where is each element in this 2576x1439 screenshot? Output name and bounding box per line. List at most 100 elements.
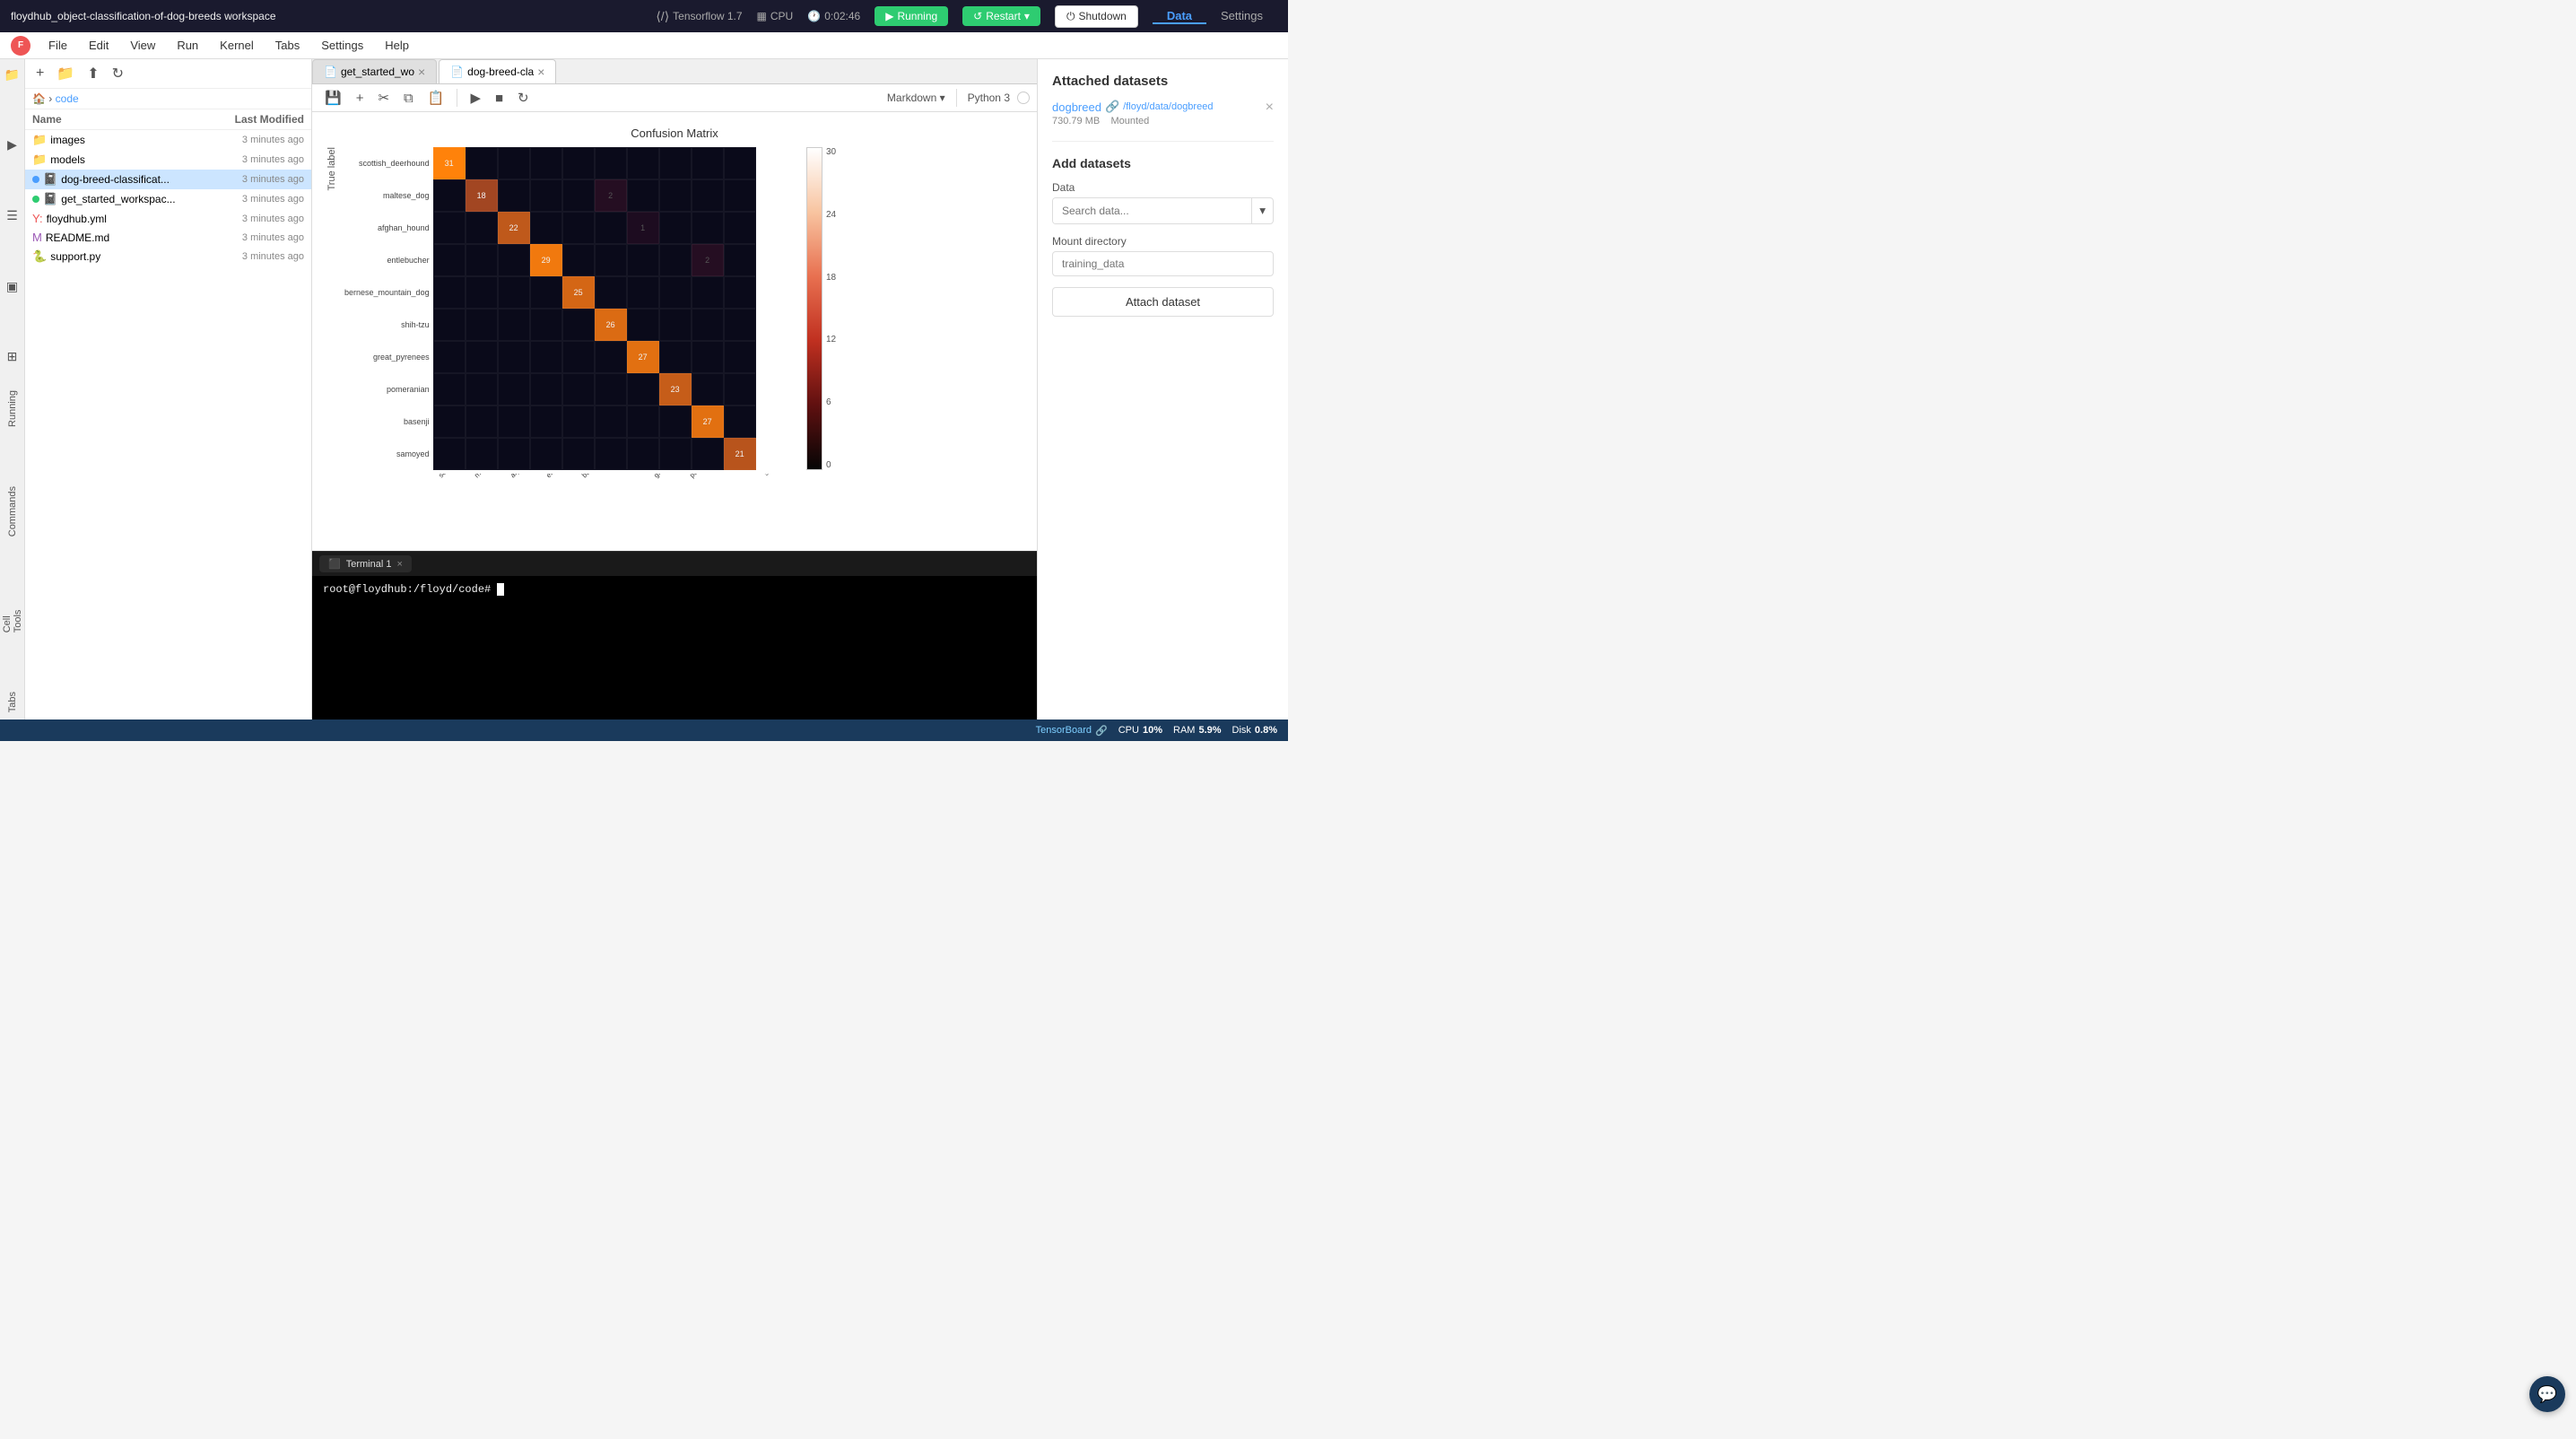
running-button[interactable]: ▶ Running [875, 6, 948, 26]
notebook-content: Confusion MatrixTrue labelscottish_deerh… [312, 112, 1037, 551]
run-button[interactable]: ▶ [465, 88, 486, 108]
row-label: bernese_mountain_dog [344, 276, 430, 309]
list-item[interactable]: M README.md 3 minutes ago [25, 228, 311, 247]
sidebar-item-cell-tools[interactable]: ▣ [3, 278, 22, 295]
sidebar-item-files[interactable]: 📁 [3, 66, 22, 83]
sidebar-item-tabs[interactable]: ⊞ [3, 349, 22, 366]
matrix-cell [692, 179, 724, 212]
column-name: Name [32, 113, 187, 126]
dataset-path[interactable]: /floyd/data/dogbreed [1123, 101, 1213, 112]
terminal-tab-1[interactable]: ⬛ Terminal 1 × [319, 555, 412, 572]
matrix-cell [627, 244, 659, 276]
save-button[interactable]: 💾 [319, 88, 347, 108]
tab-dog-breed[interactable]: 📄 dog-breed-cla × [439, 59, 556, 83]
row-label: basenji [344, 406, 430, 438]
column-modified: Last Modified [187, 113, 304, 126]
notebook-icon: 📓 [43, 192, 57, 206]
tensorboard-link[interactable]: TensorBoard [1036, 725, 1092, 736]
matrix-cell: 26 [595, 309, 627, 341]
search-dropdown-button[interactable]: ▾ [1251, 198, 1273, 223]
chat-button[interactable]: 💬 [2529, 1376, 2565, 1412]
notebook-area: 📄 get_started_wo × 📄 dog-breed-cla × 💾 +… [312, 59, 1037, 720]
cell-type-dropdown[interactable]: Markdown ▾ [887, 92, 945, 104]
tensorboard-status: TensorBoard 🔗 [1036, 725, 1108, 737]
ram-label: RAM [1173, 725, 1195, 736]
sidebar-item-running[interactable]: ▶ [3, 137, 22, 154]
matrix-cell [659, 276, 692, 309]
add-cell-button[interactable]: + [351, 89, 370, 108]
matrix-cell [466, 341, 498, 373]
mount-dir-label: Mount directory [1052, 235, 1274, 248]
menu-edit[interactable]: Edit [85, 37, 112, 54]
search-data-input[interactable] [1053, 198, 1251, 223]
matrix-cell [595, 373, 627, 406]
kernel-select[interactable]: Markdown ▾ Python 3 [887, 89, 1030, 107]
tab-get-started[interactable]: 📄 get_started_wo × [312, 59, 437, 83]
matrix-cell: 23 [659, 373, 692, 406]
attach-dataset-button[interactable]: Attach dataset [1052, 287, 1274, 317]
workspace-title: floydhub_object-classification-of-dog-br… [11, 10, 641, 22]
menu-view[interactable]: View [126, 37, 159, 54]
list-item[interactable]: 📁 models 3 minutes ago [25, 150, 311, 170]
status-right: TensorBoard 🔗 CPU 10% RAM 5.9% Disk 0.8% [1036, 725, 1277, 737]
kernel-name: Python 3 [968, 92, 1010, 104]
list-item[interactable]: Y: floydhub.yml 3 minutes ago [25, 209, 311, 228]
list-item[interactable]: 📓 get_started_workspac... 3 minutes ago [25, 189, 311, 209]
copy-button[interactable]: ⧉ [398, 89, 419, 108]
confusion-matrix-wrapper: Confusion MatrixTrue labelscottish_deerh… [312, 112, 1037, 551]
path-code[interactable]: code [56, 92, 79, 105]
matrix-cell [433, 179, 466, 212]
matrix-cell [692, 309, 724, 341]
new-folder-button[interactable]: 📁 [53, 63, 78, 84]
matrix-cell [498, 373, 530, 406]
paste-button[interactable]: 📋 [422, 88, 450, 108]
kernel-status-badge [1017, 92, 1030, 104]
running-dot [32, 196, 39, 203]
close-tab-get-started[interactable]: × [418, 65, 425, 78]
remove-dataset-button[interactable]: × [1266, 100, 1274, 116]
restart-kernel-button[interactable]: ↻ [512, 88, 535, 108]
shutdown-button[interactable]: ⏻ Shutdown [1055, 5, 1138, 28]
matrix-cell [595, 276, 627, 309]
menu-run[interactable]: Run [173, 37, 202, 54]
menu-kernel[interactable]: Kernel [216, 37, 257, 54]
close-terminal-button[interactable]: × [396, 559, 402, 570]
list-item[interactable]: 📓 dog-breed-classificat... 3 minutes ago [25, 170, 311, 189]
restart-button[interactable]: ↺ Restart ▾ [962, 6, 1040, 26]
matrix-cell [595, 244, 627, 276]
list-item[interactable]: 📁 images 3 minutes ago [25, 130, 311, 150]
menu-file[interactable]: File [45, 37, 71, 54]
matrix-cell: 2 [692, 244, 724, 276]
terminal-content[interactable]: root@floydhub:/floyd/code# [312, 576, 1037, 720]
upload-button[interactable]: ⬆ [83, 63, 102, 84]
matrix-cell [627, 438, 659, 470]
matrix-cell [466, 373, 498, 406]
tab-data[interactable]: Data [1153, 9, 1206, 24]
new-file-button[interactable]: + [32, 64, 48, 83]
menu-tabs[interactable]: Tabs [272, 37, 303, 54]
logo: F [11, 36, 30, 56]
refresh-button[interactable]: ↻ [109, 63, 127, 84]
row-label: shih-tzu [344, 309, 430, 341]
dataset-name[interactable]: dogbreed 🔗 /floyd/data/dogbreed [1052, 100, 1213, 114]
matrix-cell [562, 406, 595, 438]
tab-settings[interactable]: Settings [1206, 9, 1277, 24]
matrix-cell [498, 179, 530, 212]
sidebar-item-commands[interactable]: ☰ [3, 207, 22, 224]
markdown-icon: M [32, 231, 42, 244]
menu-help[interactable]: Help [381, 37, 413, 54]
yaml-icon: Y: [32, 212, 43, 225]
notebook-toolbar: 💾 + ✂ ⧉ 📋 ▶ ■ ↻ Markdown ▾ Python 3 [312, 84, 1037, 112]
matrix-cell [562, 438, 595, 470]
cut-button[interactable]: ✂ [372, 88, 395, 108]
matrix-cell: 27 [627, 341, 659, 373]
mount-directory-input[interactable] [1052, 251, 1274, 276]
matrix-cell [692, 276, 724, 309]
matrix-cell [692, 147, 724, 179]
close-tab-dog-breed[interactable]: × [537, 65, 544, 78]
python-icon: 🐍 [32, 249, 47, 264]
colorbar-labels: 3024181260 [822, 147, 836, 470]
list-item[interactable]: 🐍 support.py 3 minutes ago [25, 247, 311, 266]
menu-settings[interactable]: Settings [318, 37, 367, 54]
stop-button[interactable]: ■ [490, 89, 509, 108]
